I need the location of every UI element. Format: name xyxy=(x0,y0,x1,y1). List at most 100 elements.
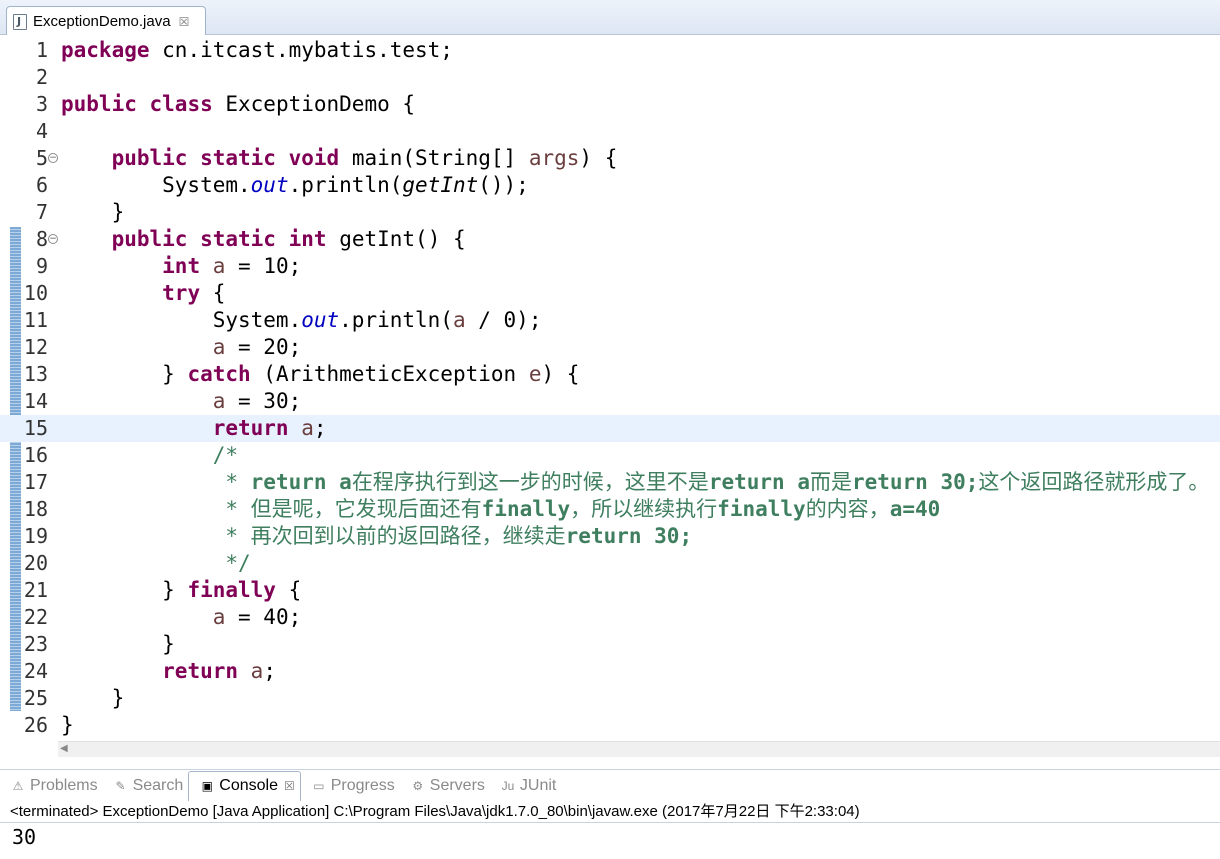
tab-label: Progress xyxy=(330,776,395,794)
code-line[interactable]: 2 xyxy=(0,64,1220,91)
code-line[interactable]: 4 xyxy=(0,118,1220,145)
fold-toggle-icon[interactable]: − xyxy=(48,153,58,163)
code-token: 的内容， xyxy=(805,497,890,521)
code-line[interactable]: 12 a = 20; xyxy=(0,334,1220,361)
code-token: a xyxy=(212,389,226,413)
code-text: * return a在程序执行到这一步的时候，这里不是return a而是ret… xyxy=(61,469,1209,496)
code-token: = 30; xyxy=(225,389,302,413)
code-token: } xyxy=(61,578,188,602)
code-line[interactable]: 18 * 但是呢，它发现后面还有finally，所以继续执行finally的内容… xyxy=(0,496,1220,523)
code-token: ; xyxy=(313,416,327,440)
tab-label: Problems xyxy=(30,776,98,794)
tab-servers[interactable]: ⚙ Servers xyxy=(400,771,490,801)
line-number: 21 xyxy=(23,578,48,602)
code-token: a xyxy=(212,335,226,359)
code-text: public static void main(String[] args) { xyxy=(61,145,618,172)
code-line[interactable]: 13 } catch (ArithmeticException e) { xyxy=(0,361,1220,388)
line-number: 4 xyxy=(35,119,48,143)
code-text: a = 30; xyxy=(61,388,302,415)
line-number: 13 xyxy=(23,362,48,386)
code-text: } finally { xyxy=(61,577,301,604)
code-token: .println( xyxy=(288,173,403,197)
horizontal-scrollbar[interactable]: ◀ xyxy=(58,741,1220,757)
code-token: a xyxy=(212,254,226,278)
code-token: { xyxy=(275,578,302,602)
code-text: System.out.println(getInt()); xyxy=(61,172,529,199)
code-token: } xyxy=(61,686,125,710)
code-token: a xyxy=(250,659,264,683)
tab-problems[interactable]: ⚠ Problems xyxy=(0,771,103,801)
line-number: 11 xyxy=(23,308,48,332)
code-token: int xyxy=(162,254,201,278)
code-line[interactable]: 14 a = 30; xyxy=(0,388,1220,415)
code-line[interactable]: 11 System.out.println(a / 0); xyxy=(0,307,1220,334)
line-number: 17 xyxy=(23,470,48,494)
editor-tab[interactable]: ExceptionDemo.java ☒ xyxy=(6,6,206,36)
tab-label: JUnit xyxy=(519,776,557,794)
code-text: } xyxy=(61,199,125,226)
line-number: 23 xyxy=(23,632,48,656)
code-line[interactable]: 17 * return a在程序执行到这一步的时候，这里不是return a而是… xyxy=(0,469,1220,496)
code-token: static xyxy=(200,146,276,170)
line-number: 5 xyxy=(35,146,48,170)
code-token: return 30; xyxy=(565,524,693,548)
code-line[interactable]: 10 try { xyxy=(0,280,1220,307)
code-token: } xyxy=(61,362,188,386)
line-number: 8 xyxy=(35,227,48,251)
code-token: ，所以继续执行 xyxy=(570,497,718,521)
code-line[interactable]: 21 } finally { xyxy=(0,577,1220,604)
code-line[interactable]: 3 public class ExceptionDemo { xyxy=(0,91,1220,118)
line-number: 6 xyxy=(35,173,48,197)
java-file-icon xyxy=(13,13,27,30)
code-text: * 再次回到以前的返回路径，继续走return 30; xyxy=(61,523,692,550)
tab-junit[interactable]: Ju JUnit xyxy=(490,771,561,801)
code-token: return 30; xyxy=(851,470,979,494)
code-editor[interactable]: 1 package cn.itcast.mybatis.test; 2 3 public… xyxy=(0,35,1220,757)
code-line[interactable]: 25 } xyxy=(0,685,1220,712)
code-lines: 1 package cn.itcast.mybatis.test; 2 3 public… xyxy=(0,37,1220,739)
code-line[interactable]: 24 return a; xyxy=(0,658,1220,685)
code-line[interactable]: 26} xyxy=(0,712,1220,739)
code-line[interactable]: 22 a = 40; xyxy=(0,604,1220,631)
code-line[interactable]: 16 /* xyxy=(0,442,1220,469)
code-token: ) { xyxy=(579,146,618,170)
progress-icon: ▭ xyxy=(313,778,325,793)
code-token: class xyxy=(149,92,213,116)
code-token: ExceptionDemo { xyxy=(212,92,416,116)
code-line[interactable]: 9 int a = 10; xyxy=(0,253,1220,280)
code-line[interactable]: 5− public static void main(String[] args… xyxy=(0,145,1220,172)
close-icon[interactable]: ☒ xyxy=(284,779,295,793)
scroll-left-arrow-icon[interactable]: ◀ xyxy=(60,743,68,754)
tab-search[interactable]: ✎ Search xyxy=(103,771,189,801)
code-token: / 0); xyxy=(465,308,542,332)
line-number: 1 xyxy=(35,38,48,62)
tab-console[interactable]: ▣ Console ☒ xyxy=(188,770,301,801)
code-line[interactable]: 23 } xyxy=(0,631,1220,658)
line-number: 16 xyxy=(23,443,48,467)
fold-toggle-icon[interactable]: − xyxy=(48,234,58,244)
code-token: return xyxy=(212,416,289,440)
code-token: getInt xyxy=(402,173,479,197)
junit-icon: Ju xyxy=(501,778,515,793)
code-text: return a; xyxy=(61,658,276,685)
code-line[interactable]: 1 package cn.itcast.mybatis.test; xyxy=(0,37,1220,64)
close-icon[interactable]: ☒ xyxy=(179,15,190,29)
code-line[interactable]: 8− public static int getInt() { xyxy=(0,226,1220,253)
code-token: finally xyxy=(717,497,806,521)
code-line[interactable]: 15 return a; xyxy=(0,415,1220,442)
code-token: public xyxy=(111,227,188,251)
code-line[interactable]: 20 */ xyxy=(0,550,1220,577)
code-text: } xyxy=(61,631,175,658)
editor-tab-bar: ExceptionDemo.java ☒ xyxy=(0,0,1220,36)
code-line[interactable]: 19 * 再次回到以前的返回路径，继续走return 30; xyxy=(0,523,1220,550)
code-line[interactable]: 6 System.out.println(getInt()); xyxy=(0,172,1220,199)
code-text: * 但是呢，它发现后面还有finally，所以继续执行finally的内容，a=… xyxy=(61,496,940,523)
console-output[interactable]: 30 xyxy=(0,823,1220,859)
line-number: 20 xyxy=(23,551,48,575)
tab-progress[interactable]: ▭ Progress xyxy=(301,771,400,801)
code-token: * xyxy=(61,497,251,521)
code-line[interactable]: 7 } xyxy=(0,199,1220,226)
